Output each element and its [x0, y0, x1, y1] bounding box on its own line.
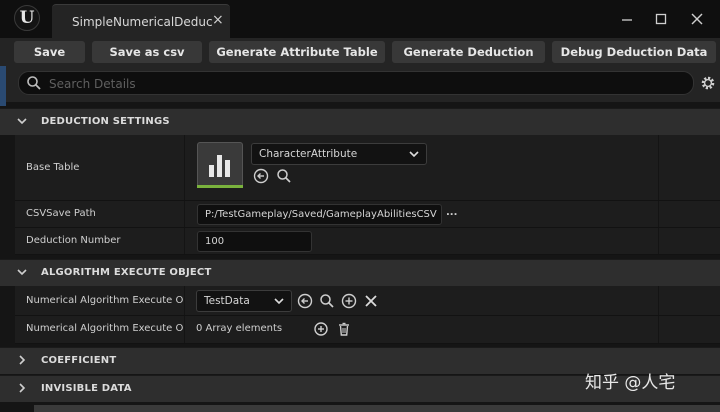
search-box[interactable] [18, 71, 694, 95]
search-icon [27, 76, 41, 90]
chevron-down-icon [409, 151, 419, 158]
section-title: ALGORITHM EXECUTE OBJECT [41, 267, 212, 278]
section-algorithm-execute-object[interactable]: ALGORITHM EXECUTE OBJECT [0, 259, 720, 286]
chevron-right-icon [19, 355, 26, 365]
background-stripe [0, 66, 6, 106]
generate-attribute-table-button[interactable]: Generate Attribute Table [209, 41, 385, 63]
minimize-icon[interactable] [617, 9, 637, 29]
csv-save-path-label: CSVSave Path [26, 208, 96, 219]
watermark: 知乎 @人宅 [585, 373, 676, 393]
chevron-down-icon [274, 298, 284, 305]
close-tab-icon[interactable]: × [212, 12, 224, 28]
chevron-right-icon [19, 383, 26, 393]
gear-icon[interactable] [699, 74, 717, 92]
csv-save-path-field[interactable]: P:/TestGameplay/Saved/GameplayAbilitiesC… [197, 204, 442, 225]
clear-icon[interactable] [363, 293, 379, 309]
algorithm-array-label: Numerical Algorithm Execute Obje [26, 323, 184, 334]
maximize-icon[interactable] [651, 9, 671, 29]
algorithm-array-row: Numerical Algorithm Execute Obje 0 Array… [15, 316, 720, 344]
csv-save-path-row: CSVSave Path P:/TestGameplay/Saved/Gamep… [15, 201, 720, 228]
algorithm-object-row: Numerical Algorithm Execute Obje TestDat… [15, 286, 720, 316]
back-arrow-icon[interactable] [297, 293, 313, 309]
search-input[interactable] [47, 74, 651, 94]
add-icon[interactable] [313, 321, 329, 337]
section-title: COEFFICIENT [41, 355, 117, 366]
base-table-label: Base Table [26, 162, 80, 173]
close-window-icon[interactable] [687, 9, 707, 29]
deduction-number-field[interactable]: 100 [197, 231, 312, 252]
base-table-combo[interactable]: CharacterAttribute [251, 143, 427, 165]
back-arrow-icon[interactable] [253, 168, 269, 184]
chevron-down-icon [17, 118, 27, 125]
base-table-value: CharacterAttribute [259, 148, 358, 160]
bar-chart-icon [209, 155, 230, 177]
tab-title: SimpleNumericalDeduction [72, 15, 212, 29]
unreal-logo: U [14, 5, 40, 31]
asset-thumbnail[interactable] [197, 142, 243, 188]
section-title: INVISIBLE DATA [41, 383, 132, 394]
save-button[interactable]: Save [14, 41, 85, 63]
csv-save-path-value: P:/TestGameplay/Saved/GameplayAbilitiesC… [205, 209, 437, 220]
section-deduction-settings[interactable]: DEDUCTION SETTINGS [0, 108, 720, 135]
generate-deduction-button[interactable]: Generate Deduction [392, 41, 545, 63]
base-table-row: Base Table CharacterAttribute [15, 135, 720, 201]
title-bar: U SimpleNumericalDeduction × [0, 0, 720, 39]
search-icon[interactable] [319, 293, 335, 309]
browse-button[interactable]: ... [446, 207, 457, 218]
section-title: DEDUCTION SETTINGS [41, 116, 170, 127]
document-tab[interactable]: SimpleNumericalDeduction × [52, 4, 230, 39]
deduction-number-value: 100 [205, 236, 225, 247]
trash-icon[interactable] [336, 321, 352, 337]
chevron-down-icon [17, 269, 27, 276]
bottom-scroll-bar[interactable] [34, 405, 720, 412]
deduction-number-label: Deduction Number [26, 235, 121, 246]
toolbar: Save Save as csv Generate Attribute Tabl… [0, 38, 720, 66]
details-search-row [0, 66, 720, 102]
deduction-number-row: Deduction Number 100 [15, 228, 720, 255]
algorithm-object-value: TestData [204, 295, 250, 307]
algorithm-object-label: Numerical Algorithm Execute Obje [26, 295, 184, 306]
algorithm-object-combo[interactable]: TestData [196, 290, 292, 312]
save-as-csv-button[interactable]: Save as csv [92, 41, 202, 63]
array-elements-count: 0 Array elements [196, 323, 283, 334]
search-icon[interactable] [276, 168, 292, 184]
debug-deduction-data-button[interactable]: Debug Deduction Data [552, 41, 716, 63]
add-icon[interactable] [341, 293, 357, 309]
asset-type-bar [197, 185, 243, 188]
